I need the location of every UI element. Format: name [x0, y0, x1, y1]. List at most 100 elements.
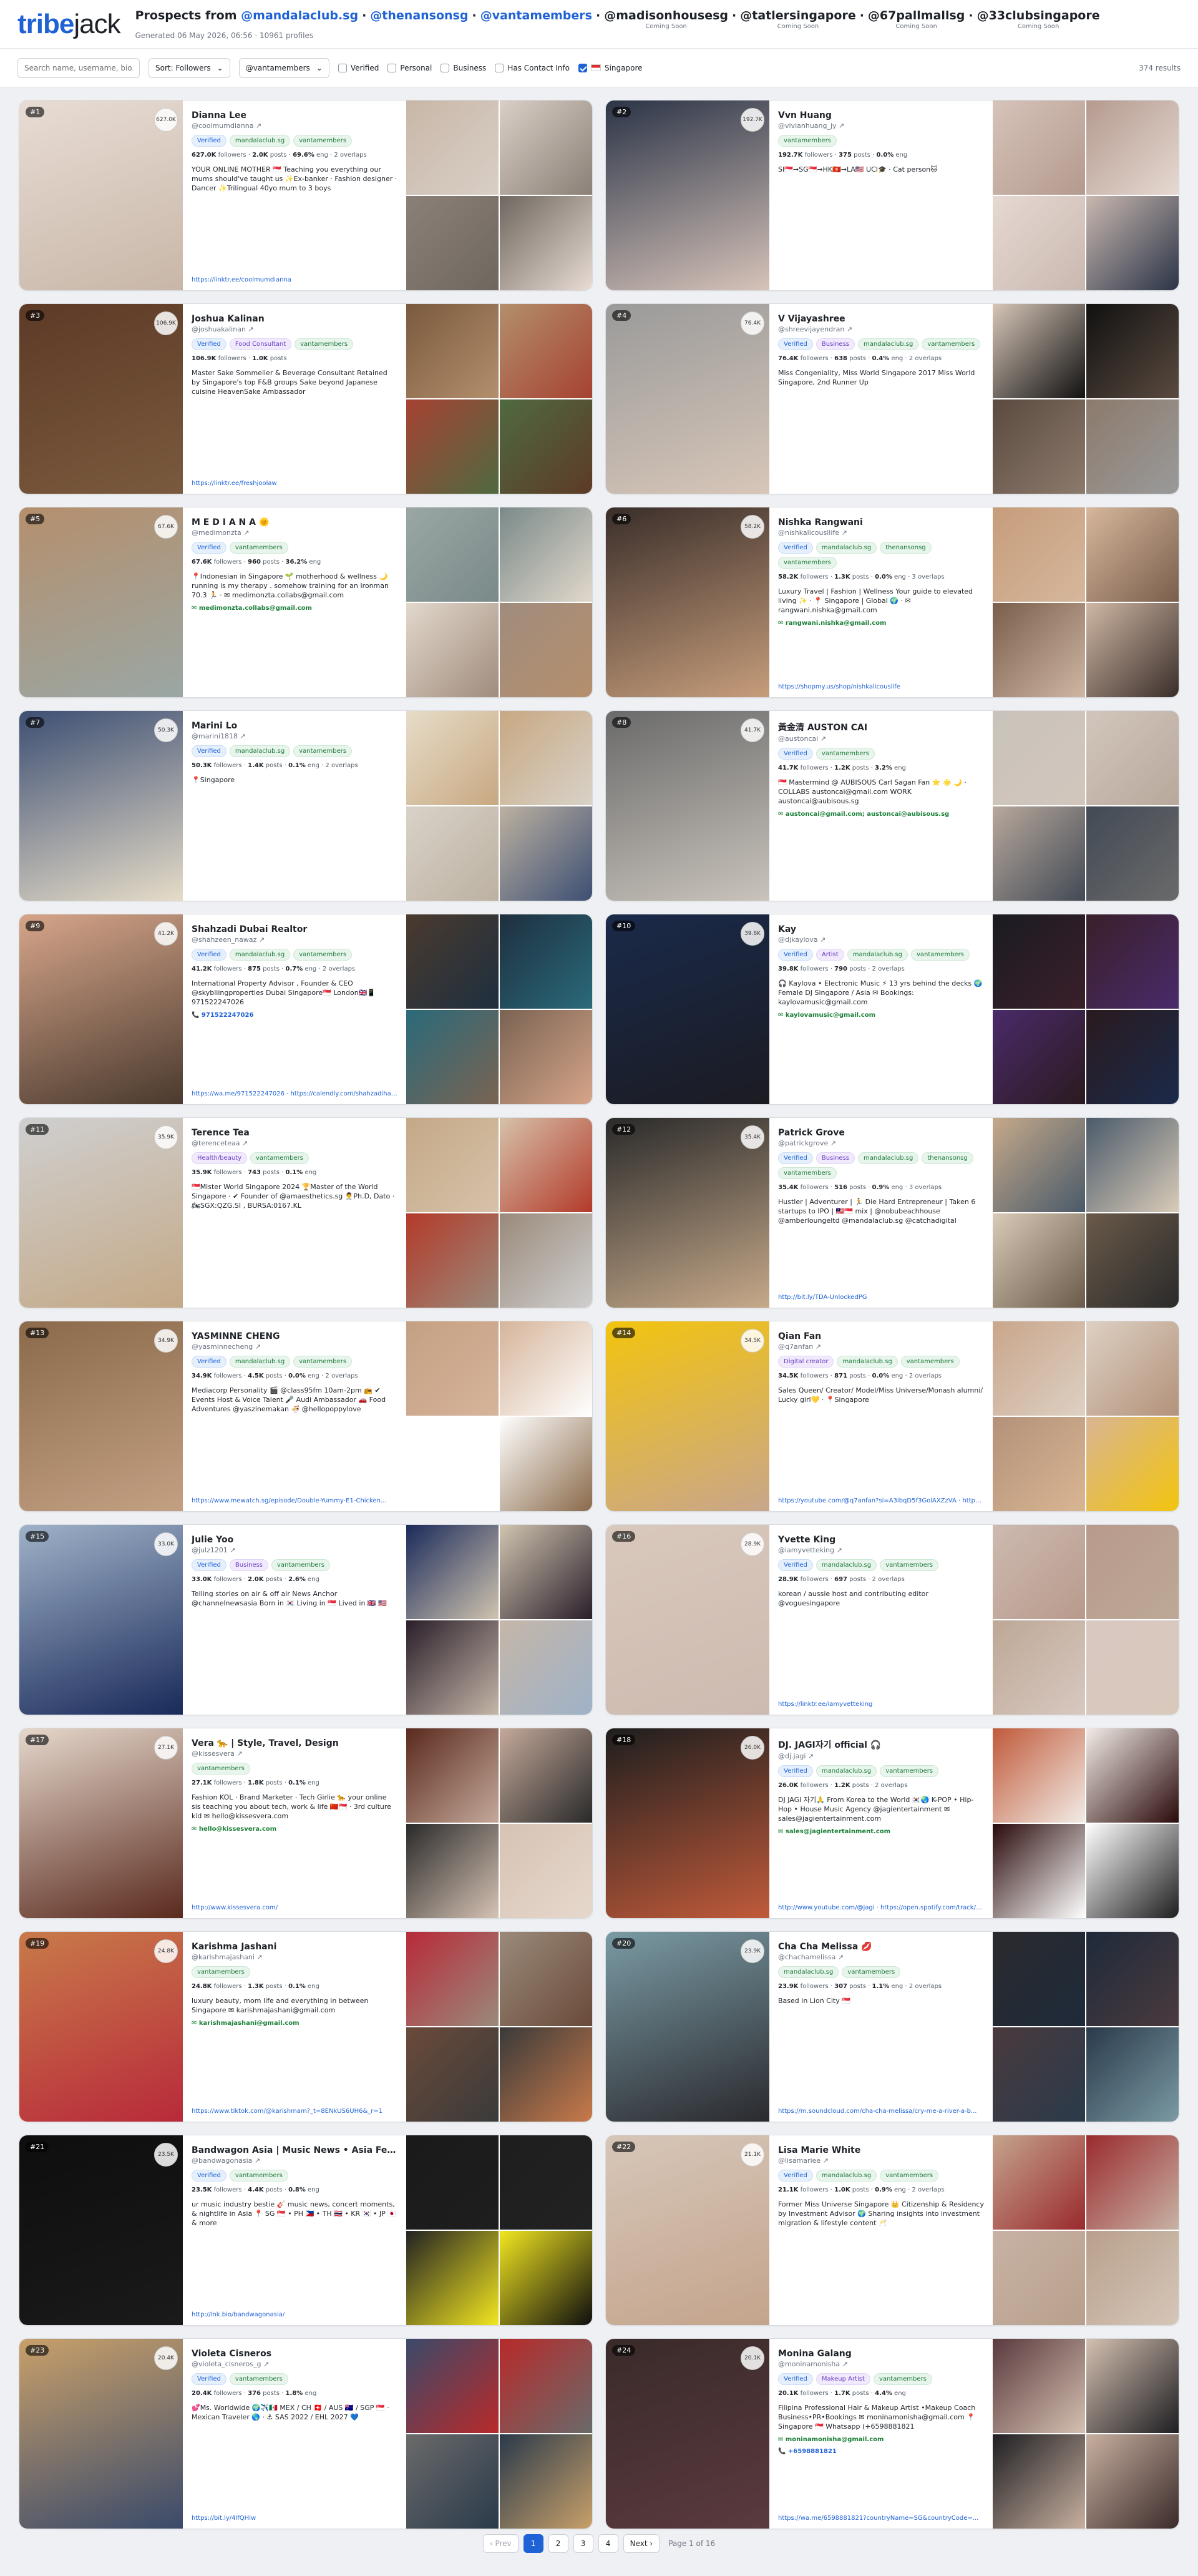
profile-name[interactable]: Qian Fan [778, 1331, 984, 1341]
post-thumbnail[interactable] [406, 806, 499, 901]
profile-photo[interactable]: #14 34.5K [606, 1321, 769, 1511]
profile-card[interactable]: #23 20.4K Violeta Cisneros @violeta_cisnero… [19, 2338, 593, 2529]
header-account[interactable]: @67pallmallsg Coming Soon [868, 9, 965, 30]
profile-handle[interactable]: @julz1201 ↗ [192, 1546, 397, 1554]
page-button-2[interactable]: 2 [548, 2534, 568, 2553]
profile-name[interactable]: Nishka Rangwani [778, 517, 984, 527]
profile-name[interactable]: Kay [778, 924, 984, 934]
post-thumbnail[interactable] [1086, 399, 1179, 494]
post-thumbnail[interactable] [993, 2339, 1085, 2433]
filter-verified[interactable]: Verified [338, 63, 379, 72]
profile-link[interactable]: https://youtube.com/@q7anfan?si=A3ibqD5f… [778, 1497, 984, 1505]
post-thumbnail[interactable] [1086, 196, 1179, 290]
profile-photo[interactable]: #12 35.4K [606, 1118, 769, 1308]
post-thumbnail[interactable] [1086, 2434, 1179, 2529]
post-thumbnail[interactable] [500, 711, 592, 805]
profile-name[interactable]: Vera 🐆 | Style, Travel, Design [192, 1738, 397, 1748]
profile-name[interactable]: Violeta Cisneros [192, 2349, 397, 2359]
post-thumbnail[interactable] [500, 304, 592, 398]
profile-card[interactable]: #22 21.1K Lisa Marie White @lisamariee ↗ Ver… [605, 2135, 1179, 2326]
post-thumbnail[interactable] [500, 1824, 592, 1918]
profile-handle[interactable]: @moninamonisha ↗ [778, 2360, 984, 2368]
profile-card[interactable]: #10 39.8K Kay @djkaylova ↗ Verified Artist man… [605, 914, 1179, 1105]
post-thumbnail[interactable] [406, 1321, 499, 1416]
post-thumbnail[interactable] [406, 2231, 499, 2325]
page-button-1[interactable]: 1 [523, 2534, 543, 2553]
profile-link[interactable]: https://linktr.ee/coolmumdianna [192, 276, 397, 284]
profile-name[interactable]: Karishma Jashani [192, 1942, 397, 1952]
post-thumbnail[interactable] [406, 1620, 499, 1715]
profile-photo[interactable]: #3 106.9K [19, 304, 183, 494]
checkbox-icon[interactable] [338, 63, 347, 72]
profile-photo[interactable]: #18 26.0K [606, 1728, 769, 1918]
profile-link[interactable]: https://bit.ly/4lfQHlw [192, 2514, 397, 2522]
profile-card[interactable]: #8 41.7K 黃金清 AUSTON CAI @austoncai ↗ Verifie… [605, 710, 1179, 901]
profile-name[interactable]: Patrick Grove [778, 1128, 984, 1138]
post-thumbnail[interactable] [993, 1417, 1085, 1511]
profile-link[interactable]: https://www.mewatch.sg/episode/Double-Yu… [192, 1497, 397, 1505]
profile-link[interactable]: http://bit.ly/TDA-UnlockedPG [778, 1293, 984, 1301]
post-thumbnail[interactable] [500, 1932, 592, 2026]
profile-card[interactable]: #24 20.1K Monina Galang @moninamonisha ↗ Ver… [605, 2338, 1179, 2529]
profile-card[interactable]: #16 28.9K Yvette King @iamyvetteking ↗ Verif… [605, 1524, 1179, 1715]
post-thumbnail[interactable] [500, 1620, 592, 1715]
profile-photo[interactable]: #4 76.4K [606, 304, 769, 494]
post-thumbnail[interactable] [993, 806, 1085, 901]
profile-card[interactable]: #6 58.2K Nishka Rangwani @nishkalicousllife… [605, 507, 1179, 698]
post-thumbnail[interactable] [406, 914, 499, 1009]
filter-has-contact-info[interactable]: Has Contact Info [495, 63, 570, 72]
post-thumbnail[interactable] [500, 1417, 592, 1511]
post-thumbnail[interactable] [993, 100, 1085, 195]
post-thumbnail[interactable] [406, 100, 499, 195]
profile-card[interactable]: #13 34.9K YASMINNE CHENG @yasminnecheng ↗ Ve… [19, 1321, 593, 1512]
header-account[interactable]: @33clubsingapore Coming Soon [977, 9, 1100, 30]
profile-name[interactable]: Terence Tea [192, 1128, 397, 1138]
post-thumbnail[interactable] [1086, 2027, 1179, 2122]
post-thumbnail[interactable] [993, 399, 1085, 494]
post-thumbnail[interactable] [406, 304, 499, 398]
profile-name[interactable]: Marini Lo [192, 721, 397, 731]
profile-photo[interactable]: #15 33.0K [19, 1525, 183, 1715]
contact-email[interactable]: ✉ moninamonisha@gmail.com [778, 2436, 984, 2443]
profile-card[interactable]: #9 41.2K Shahzadi Dubai Realtor @shahzeen_n… [19, 914, 593, 1105]
post-thumbnail[interactable] [406, 1824, 499, 1918]
post-thumbnail[interactable] [500, 2231, 592, 2325]
post-thumbnail[interactable] [500, 2434, 592, 2529]
profile-handle[interactable]: @djkaylova ↗ [778, 936, 984, 944]
profile-handle[interactable]: @q7anfan ↗ [778, 1343, 984, 1351]
profile-link[interactable]: https://m.soundcloud.com/cha-cha-melissa… [778, 2107, 984, 2115]
post-thumbnail[interactable] [1086, 806, 1179, 901]
profile-card[interactable]: #18 26.0K DJ. JAGI자기 official 🎧 @dj.jagi ↗ V… [605, 1728, 1179, 1919]
post-thumbnail[interactable] [406, 2027, 499, 2122]
profile-name[interactable]: Shahzadi Dubai Realtor [192, 924, 397, 934]
prev-page-button[interactable]: ‹ Prev [482, 2534, 519, 2553]
profile-handle[interactable]: @violeta_cisneros_g ↗ [192, 2360, 397, 2368]
profile-handle[interactable]: @yasminnecheng ↗ [192, 1343, 397, 1351]
post-thumbnail[interactable] [406, 2135, 499, 2230]
contact-phone[interactable]: 📞 +6598881821 [778, 2448, 984, 2455]
post-thumbnail[interactable] [993, 2027, 1085, 2122]
header-account[interactable]: @tatlersingapore Coming Soon [740, 9, 855, 30]
header-account[interactable]: @vantamembers [480, 9, 592, 22]
post-thumbnail[interactable] [993, 2135, 1085, 2230]
page-button-3[interactable]: 3 [573, 2534, 593, 2553]
profile-link[interactable]: http://www.youtube.com/@jagi · https://o… [778, 1904, 984, 1912]
profile-handle[interactable]: @kissesvera ↗ [192, 1750, 397, 1758]
post-thumbnail[interactable] [1086, 1213, 1179, 1308]
profile-link[interactable]: https://www.tiktok.com/@karishmam?_t=8EN… [192, 2107, 397, 2115]
post-thumbnail[interactable] [993, 2434, 1085, 2529]
profile-photo[interactable]: #20 23.9K [606, 1932, 769, 2122]
profile-photo[interactable]: #7 50.3K [19, 711, 183, 901]
post-thumbnail[interactable] [1086, 1824, 1179, 1918]
post-thumbnail[interactable] [1086, 1321, 1179, 1416]
profile-photo[interactable]: #16 28.9K [606, 1525, 769, 1715]
profile-card[interactable]: #17 27.1K Vera 🐆 | Style, Travel, Design @k… [19, 1728, 593, 1919]
profile-card[interactable]: #12 35.4K Patrick Grove @patrickgrove ↗ Veri… [605, 1117, 1179, 1308]
profile-card[interactable]: #2 192.7K Vvn Huang @vivianhuang_jy ↗ vantam… [605, 100, 1179, 291]
post-thumbnail[interactable] [993, 1932, 1085, 2026]
post-thumbnail[interactable] [406, 603, 499, 697]
header-account[interactable]: @mandalaclub.sg [241, 9, 358, 22]
post-thumbnail[interactable] [1086, 1728, 1179, 1823]
profile-handle[interactable]: @iamyvetteking ↗ [778, 1546, 984, 1554]
contact-email[interactable]: ✉ medimonzta.collabs@gmail.com [192, 605, 397, 612]
